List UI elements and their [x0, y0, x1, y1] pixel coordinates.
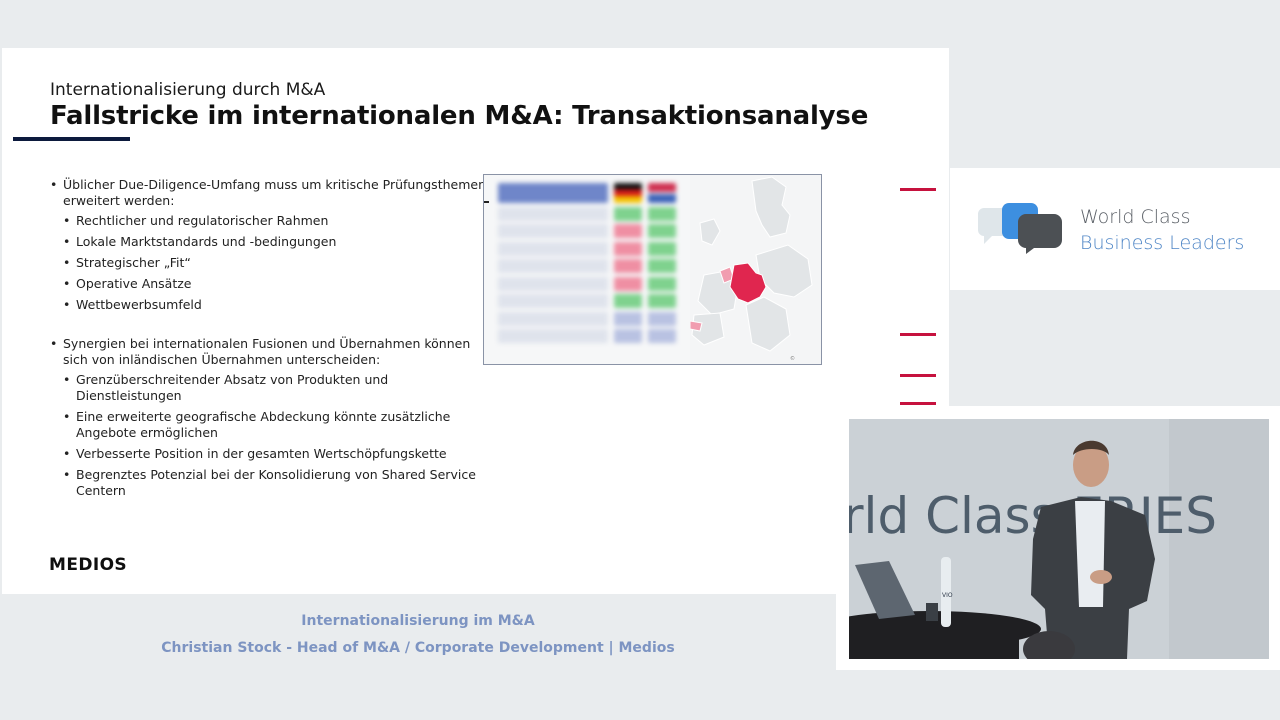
table-status-cell	[648, 276, 676, 291]
slide-title: Fallstricke im internationalen M&A: Tran…	[50, 101, 869, 131]
table-status-cell	[648, 241, 676, 256]
sub-bullet-item: Lokale Marktstandards und -bedingungen	[50, 234, 490, 250]
accent-bar	[900, 333, 936, 336]
topic-caption: Internationalisierung im M&A	[301, 613, 535, 629]
portugal-region	[690, 320, 703, 332]
table-status-cell	[614, 259, 642, 273]
brand-line-1: World Class	[1080, 206, 1191, 228]
medios-logo: MEDIOS	[49, 555, 128, 575]
speaker-scene: rld Class ERIES VIO	[849, 419, 1269, 659]
transaction-analysis-figure: ©	[483, 174, 822, 365]
accent-bar	[900, 374, 936, 377]
table-row	[498, 311, 698, 326]
table-row	[498, 329, 698, 343]
table-status-cell	[648, 224, 676, 238]
speech-bubbles-icon	[978, 203, 1062, 254]
speaker-caption: Christian Stock - Head of M&A / Corporat…	[161, 640, 675, 656]
title-underline	[13, 137, 130, 141]
table-label-cell	[498, 241, 608, 256]
presentation-slide: Internationalisierung durch M&A Fallstri…	[2, 48, 949, 594]
brand-text: World Class Business Leaders	[1080, 204, 1244, 256]
table-status-cell	[614, 276, 642, 291]
sub-bullet-item: Rechtlicher und regulatorischer Rahmen	[50, 213, 490, 229]
table-row	[498, 294, 698, 308]
accent-bar	[900, 402, 936, 405]
sub-bullet-item: Wettbewerbsumfeld	[50, 297, 490, 313]
table-row	[498, 259, 698, 273]
table-status-cell	[648, 294, 676, 308]
speaker-video: rld Class ERIES VIO	[849, 419, 1269, 659]
slide-kicker: Internationalisierung durch M&A	[50, 80, 326, 100]
sub-bullet-item: Verbesserte Position in der gesamten Wer…	[50, 446, 490, 462]
table-status-cell	[614, 294, 642, 308]
bullet-item: Üblicher Due-Diligence-Umfang muss um kr…	[50, 177, 490, 209]
sub-bullet-item: Grenzüberschreitender Absatz von Produkt…	[50, 372, 490, 404]
table-row	[498, 224, 698, 238]
table-status-cell	[614, 311, 642, 326]
second-flag-icon	[648, 183, 676, 203]
table-header-cell	[498, 183, 608, 203]
germany-flag-icon	[614, 183, 642, 203]
table-label-cell	[498, 206, 608, 221]
map-credit: ©	[790, 355, 795, 362]
table-label-cell	[498, 276, 608, 291]
brand-line-2: Business Leaders	[1080, 232, 1245, 254]
table-status-cell	[648, 206, 676, 221]
sub-bullet-item: Strategischer „Fit“	[50, 255, 490, 271]
table-row	[498, 206, 698, 221]
table-row	[498, 241, 698, 256]
table-label-cell	[498, 224, 608, 238]
table-status-cell	[614, 241, 642, 256]
bullet-item: Synergien bei internationalen Fusionen u…	[50, 336, 490, 368]
table-label-cell	[498, 259, 608, 273]
speaker-video-frame: rld Class ERIES VIO	[836, 406, 1280, 670]
world-class-logo-panel: World Class Business Leaders	[950, 168, 1280, 290]
accent-bar	[900, 188, 936, 191]
figure-marker	[484, 201, 489, 203]
sub-bullet-item: Begrenztes Potenzial bei der Konsolidier…	[50, 467, 490, 499]
bottle-label: VIO	[942, 592, 953, 599]
table-row	[498, 276, 698, 291]
speaker-shirt	[1075, 501, 1105, 607]
table-status-cell	[648, 329, 676, 343]
table-header	[498, 183, 698, 203]
table-label-cell	[498, 311, 608, 326]
table-status-cell	[648, 259, 676, 273]
table-status-cell	[614, 206, 642, 221]
sub-bullet-item: Operative Ansätze	[50, 276, 490, 292]
blurred-comparison-table	[498, 183, 698, 343]
sub-bullet-item: Eine erweiterte geografische Abdeckung k…	[50, 409, 490, 441]
table-label-cell	[498, 294, 608, 308]
table-status-cell	[614, 329, 642, 343]
table-status-cell	[614, 224, 642, 238]
bullet-list: Üblicher Due-Diligence-Umfang muss um kr…	[50, 177, 490, 504]
backdrop-text: rld Class ERIES	[849, 487, 1217, 545]
table-label-cell	[498, 329, 608, 343]
table-status-cell	[648, 311, 676, 326]
europe-map: ©	[690, 175, 821, 364]
